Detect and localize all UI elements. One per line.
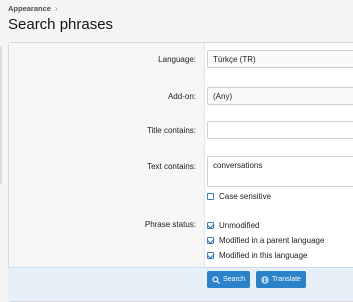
globe-icon [261, 275, 269, 284]
title-contains-input[interactable] [207, 121, 353, 139]
divider [0, 46, 2, 184]
modified-parent-checkbox-row[interactable]: Modified in a parent language [207, 236, 324, 245]
translate-button[interactable]: Translate [256, 271, 306, 288]
title-contains-label: Title contains: [146, 126, 196, 135]
language-label: Language: [158, 55, 196, 64]
translate-button-label: Translate [272, 276, 301, 283]
addon-label: Add-on: [167, 92, 196, 101]
page-title: Search phrases [8, 16, 114, 33]
modified-this-checkbox-row[interactable]: Modified in this language [207, 251, 308, 260]
unmodified-label: Unmodified [219, 221, 260, 230]
modified-parent-label: Modified in a parent language [219, 236, 325, 245]
search-icon [212, 275, 220, 284]
search-button-label: Search [223, 276, 246, 283]
modified-parent-checkbox[interactable] [207, 237, 214, 244]
chevron-right-icon: › [54, 4, 58, 13]
labels-column [9, 43, 205, 268]
breadcrumb: Appearance › [8, 4, 58, 13]
text-contains-label: Text contains: [147, 162, 196, 171]
case-sensitive-label: Case sensitive [219, 192, 272, 201]
search-button[interactable]: Search [207, 271, 251, 288]
case-sensitive-checkbox-row[interactable]: Case sensitive [207, 192, 271, 201]
text-contains-textarea[interactable]: conversations [207, 156, 353, 187]
breadcrumb-link-appearance[interactable]: Appearance [8, 4, 51, 13]
addon-select[interactable]: (Any) [207, 87, 353, 105]
case-sensitive-checkbox[interactable] [207, 193, 214, 200]
unmodified-checkbox[interactable] [207, 222, 214, 229]
language-select[interactable]: Türkçe (TR) [207, 50, 353, 68]
modified-this-label: Modified in this language [219, 251, 308, 260]
phrase-status-label: Phrase status: [144, 220, 196, 229]
unmodified-checkbox-row[interactable]: Unmodified [207, 221, 259, 230]
modified-this-checkbox[interactable] [207, 252, 214, 259]
